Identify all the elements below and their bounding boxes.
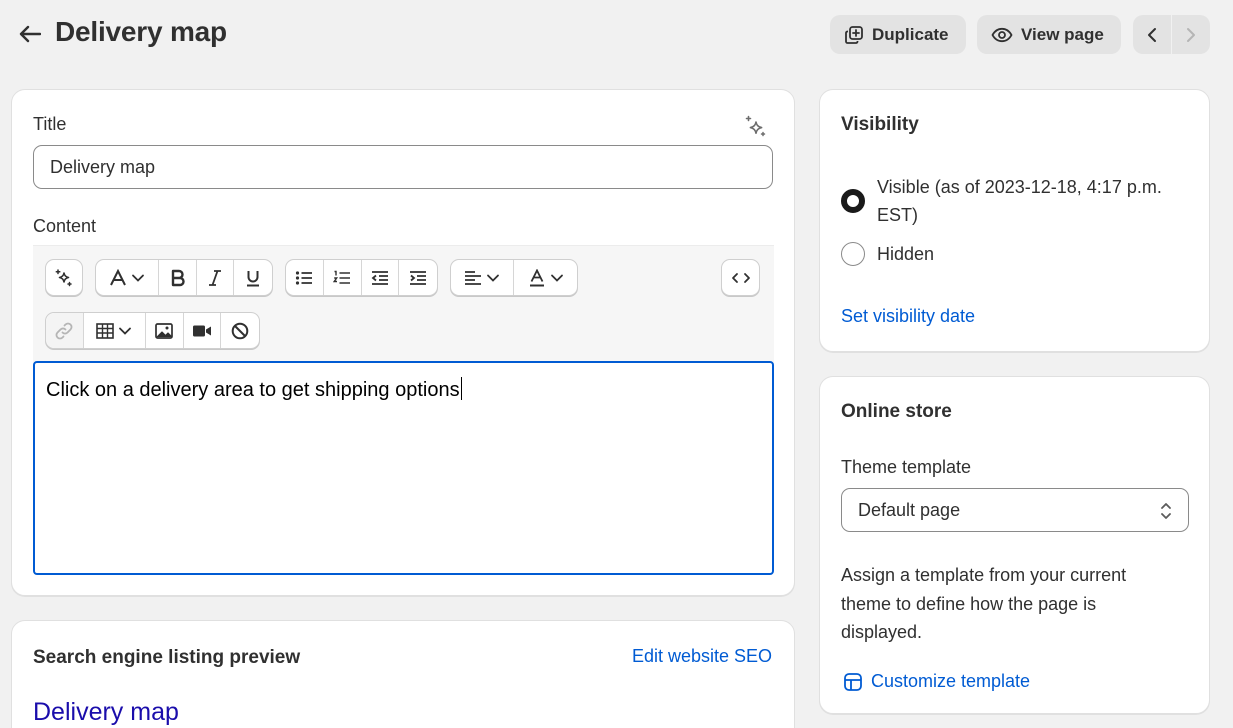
theme-template-select[interactable]: Default page	[841, 488, 1189, 532]
chevron-down-icon	[550, 274, 563, 282]
back-button[interactable]	[14, 20, 46, 48]
code-icon	[731, 272, 750, 283]
set-visibility-date-link[interactable]: Set visibility date	[841, 306, 975, 327]
sparkle-icon	[55, 268, 72, 286]
font-a-icon	[110, 268, 127, 285]
seo-heading: Search engine listing preview	[33, 647, 301, 668]
edit-seo-link[interactable]: Edit website SEO	[632, 646, 772, 667]
duplicate-label: Duplicate	[872, 24, 949, 44]
content-text: Click on a delivery area to get shipping…	[46, 379, 460, 401]
list-format-group	[285, 259, 438, 296]
bold-icon	[171, 269, 185, 286]
title-input[interactable]	[33, 145, 773, 189]
page-details-card: Title Content	[11, 89, 795, 596]
text-color-dropdown[interactable]	[514, 260, 577, 295]
link-icon	[55, 322, 73, 339]
chevron-right-icon	[1187, 27, 1195, 42]
seo-preview-card: Search engine listing preview Edit websi…	[11, 620, 795, 728]
text-format-group	[95, 259, 273, 296]
customize-template-label: Customize template	[871, 671, 1031, 691]
duplicate-icon	[845, 25, 863, 44]
outdent-icon	[371, 270, 388, 285]
visibility-heading: Visibility	[841, 114, 919, 135]
italic-icon	[209, 269, 222, 286]
bold-button[interactable]	[159, 260, 197, 295]
next-page-button[interactable]	[1171, 15, 1210, 54]
block-icon	[231, 322, 249, 339]
align-left-icon	[465, 270, 481, 285]
bullet-list-button[interactable]	[286, 260, 324, 295]
ai-magic-button[interactable]	[46, 260, 82, 295]
font-style-dropdown[interactable]	[96, 260, 160, 295]
indent-button[interactable]	[399, 260, 437, 295]
outdent-button[interactable]	[362, 260, 400, 295]
bullet-list-icon	[296, 270, 313, 285]
underline-icon	[247, 270, 260, 286]
video-icon	[193, 325, 212, 336]
duplicate-button[interactable]: Duplicate	[830, 15, 966, 54]
insert-link-button[interactable]	[46, 313, 84, 348]
theme-template-label: Theme template	[841, 457, 972, 477]
select-arrows-icon	[1161, 503, 1171, 519]
online-store-card: Online store Theme template Default page…	[819, 376, 1210, 714]
source-code-group	[721, 259, 760, 296]
view-page-button[interactable]: View page	[977, 15, 1121, 54]
seo-preview-title: Delivery map	[33, 698, 179, 726]
clear-formatting-button[interactable]	[221, 313, 259, 348]
text-caret	[460, 377, 462, 400]
text-color-icon	[529, 268, 544, 286]
text-align-dropdown[interactable]	[451, 260, 514, 295]
ai-tools-group	[45, 259, 83, 296]
customize-template-link[interactable]: Customize template	[843, 671, 1030, 692]
numbered-list-button[interactable]	[324, 260, 362, 295]
template-icon	[844, 672, 862, 691]
eye-icon	[991, 27, 1013, 42]
magic-sparkle-icon[interactable]	[743, 114, 769, 140]
indent-icon	[410, 270, 427, 285]
theme-help-text: Assign a template from your current them…	[841, 565, 1127, 642]
hidden-radio-option[interactable]: Hidden	[841, 240, 1197, 268]
arrow-left-icon	[19, 25, 41, 43]
image-icon	[155, 322, 174, 339]
view-page-label: View page	[1021, 24, 1104, 44]
show-html-button[interactable]	[722, 260, 759, 295]
hidden-radio-label: Hidden	[877, 244, 935, 264]
underline-button[interactable]	[234, 260, 272, 295]
title-label: Title	[33, 114, 67, 134]
content-label: Content	[33, 216, 97, 236]
alignment-color-group	[450, 259, 578, 296]
page-title: Delivery map	[55, 16, 227, 47]
page-pagination	[1133, 15, 1210, 54]
visible-radio[interactable]	[841, 189, 865, 213]
insert-image-button[interactable]	[146, 313, 184, 348]
visibility-card: Visibility Visible (as of 2023-12-18, 4:…	[819, 89, 1210, 352]
theme-template-value: Default page	[858, 499, 961, 520]
insert-group	[45, 312, 260, 349]
italic-button[interactable]	[197, 260, 235, 295]
table-icon	[96, 322, 115, 339]
rich-text-toolbar	[33, 245, 774, 363]
visible-radio-label: Visible (as of 2023-12-18, 4:17 p.m. EST…	[877, 177, 1162, 225]
visible-radio-option[interactable]: Visible (as of 2023-12-18, 4:17 p.m. EST…	[841, 173, 1197, 229]
chevron-left-icon	[1148, 27, 1156, 42]
content-editor[interactable]: Click on a delivery area to get shipping…	[33, 361, 774, 575]
online-store-heading: Online store	[841, 401, 952, 422]
chevron-down-icon	[487, 274, 499, 282]
hidden-radio[interactable]	[841, 242, 865, 266]
insert-table-dropdown[interactable]	[84, 313, 147, 348]
chevron-down-icon	[119, 327, 132, 335]
numbered-list-icon	[333, 270, 351, 284]
previous-page-button[interactable]	[1133, 15, 1171, 54]
page-header: Delivery map Duplicate View page	[0, 0, 1233, 70]
insert-video-button[interactable]	[184, 313, 222, 348]
chevron-down-icon	[132, 274, 145, 282]
